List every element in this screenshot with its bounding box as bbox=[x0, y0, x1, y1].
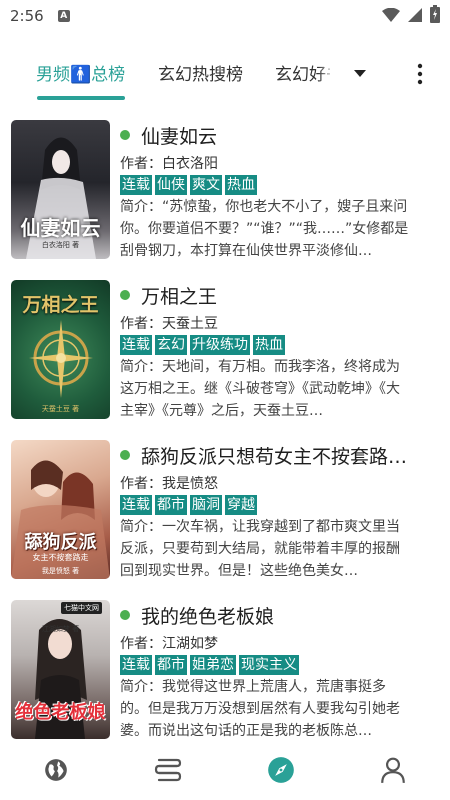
book-intro: 简介：一次车祸，让我穿越到了都市爽文里当反派，只要苟到大结局，就能带着丰厚的报酬… bbox=[120, 516, 410, 582]
cover-title: 万相之王 bbox=[22, 294, 99, 316]
book-intro: 简介：天地间，有万相。而我李洛，终将成为这万相之王。继《斗破苍穹》《武动乾坤》《… bbox=[120, 356, 410, 422]
tag: 姐弟恋 bbox=[190, 655, 236, 675]
compass-icon bbox=[268, 757, 294, 783]
tag: 穿越 bbox=[225, 495, 257, 515]
tag: 热血 bbox=[253, 335, 285, 355]
cover-title: 绝色老板娘 bbox=[15, 702, 106, 723]
tab-indicator bbox=[37, 96, 125, 100]
globe-icon bbox=[45, 759, 67, 781]
nav-bookshelf-button[interactable] bbox=[150, 752, 186, 788]
author-name: 天蚕土豆 bbox=[162, 316, 218, 332]
tab-xuanhuan-hot[interactable]: 玄幻热搜榜 bbox=[158, 60, 243, 85]
cover-title: 仙妻如云 bbox=[20, 216, 101, 240]
book-title[interactable]: 万相之王 bbox=[141, 282, 217, 309]
more-options-button[interactable] bbox=[408, 56, 432, 92]
tag: 热血 bbox=[225, 175, 257, 195]
author-label: 作者： bbox=[120, 316, 162, 332]
more-vert-icon bbox=[417, 63, 423, 85]
author-name: 江湖如梦 bbox=[162, 636, 218, 652]
tag: 玄幻 bbox=[155, 335, 187, 355]
category-tabs: 男频🚹总榜 玄幻热搜榜 玄幻好书 bbox=[0, 48, 450, 100]
author-name: 白衣洛阳 bbox=[162, 156, 218, 172]
bottom-nav bbox=[0, 740, 450, 800]
book-title[interactable]: 舔狗反派只想苟女主不按套路出牌 bbox=[141, 442, 410, 469]
book-item[interactable]: 舔狗反派 女主不按套路走 我是愤怒 著 舔狗反派只想苟女主不按套路出牌 作者：我… bbox=[0, 430, 450, 580]
tab-male-overall[interactable]: 男频🚹总榜 bbox=[36, 60, 125, 85]
book-intro: 简介：“苏惊蛰，你也老大不小了，嫂子且来问你。你要道侣不要？”“谁？”“我……”… bbox=[120, 196, 410, 262]
book-author: 作者：江湖如梦 bbox=[120, 634, 410, 654]
intro-text: 一次车祸，让我穿越到了都市爽文里当反派，只要苟到大结局，就能带着丰厚的报酬回到现… bbox=[120, 519, 400, 579]
intro-label: 简介： bbox=[120, 199, 162, 215]
cover-badge: 七猫中文网 bbox=[61, 602, 102, 614]
author-label: 作者： bbox=[120, 476, 162, 492]
signal-icon bbox=[408, 7, 422, 26]
tag-list: 连载 都市 姐弟恋 现实主义 bbox=[120, 655, 410, 675]
bookshelf-icon bbox=[154, 758, 182, 782]
tag-list: 连载 都市 脑洞 穿越 bbox=[120, 495, 410, 515]
status-dot bbox=[120, 610, 130, 620]
nav-explore-button[interactable] bbox=[263, 752, 299, 788]
cover-author: 我是愤怒 著 bbox=[41, 567, 80, 575]
author-name: 我是愤怒 bbox=[162, 476, 218, 492]
cover-subtitle: 女主不按套路走 bbox=[32, 553, 89, 562]
book-cover[interactable]: 万相之王 天蚕土豆 著 bbox=[11, 280, 110, 419]
tag: 脑洞 bbox=[190, 495, 222, 515]
tag: 都市 bbox=[155, 655, 187, 675]
tag: 仙侠 bbox=[155, 175, 187, 195]
book-author: 作者：天蚕土豆 bbox=[120, 314, 410, 334]
tag-list: 连载 仙侠 爽文 热血 bbox=[120, 175, 410, 195]
tag: 升级练功 bbox=[190, 335, 250, 355]
intro-text: 我觉得这世界上荒唐人，荒唐事挺多的。但是我万万没想到居然有人要我勾引她老婆。而说… bbox=[120, 679, 400, 739]
cover-title: 舔狗反派 bbox=[24, 532, 97, 553]
tag: 连载 bbox=[120, 655, 152, 675]
person-icon bbox=[381, 757, 405, 783]
tag: 都市 bbox=[155, 495, 187, 515]
author-label: 作者： bbox=[120, 156, 162, 172]
status-dot bbox=[120, 290, 130, 300]
nav-profile-button[interactable] bbox=[375, 752, 411, 788]
status-time: 2:56 bbox=[10, 7, 44, 25]
tag: 连载 bbox=[120, 495, 152, 515]
cover-author: 白衣洛阳 著 bbox=[41, 241, 80, 249]
status-bar: 2:56 A bbox=[0, 0, 450, 32]
cover-author: 江湖如梦 著 bbox=[41, 625, 80, 633]
tabs-dropdown-button[interactable] bbox=[348, 62, 372, 86]
book-author: 作者：我是愤怒 bbox=[120, 474, 410, 494]
intro-label: 简介： bbox=[120, 679, 162, 695]
intro-label: 简介： bbox=[120, 519, 162, 535]
book-cover[interactable]: 七猫中文网 绝色老板娘 江湖如梦 著 bbox=[11, 600, 110, 739]
status-dot bbox=[120, 130, 130, 140]
book-cover[interactable]: 仙妻如云 白衣洛阳 著 bbox=[11, 120, 110, 259]
cover-author: 天蚕土豆 著 bbox=[41, 405, 80, 413]
tag: 连载 bbox=[120, 335, 152, 355]
book-intro: 简介：我觉得这世界上荒唐人，荒唐事挺多的。但是我万万没想到居然有人要我勾引她老婆… bbox=[120, 676, 410, 742]
book-item[interactable]: 万相之王 天蚕土豆 著 万相之王 作者：天蚕土豆 连载 玄幻 升级练功 热血 简… bbox=[0, 270, 450, 420]
tag: 现实主义 bbox=[239, 655, 299, 675]
book-title[interactable]: 仙妻如云 bbox=[141, 122, 217, 149]
book-item[interactable]: 七猫中文网 绝色老板娘 江湖如梦 著 我的绝色老板娘 作者：江湖如梦 连载 都市… bbox=[0, 590, 450, 740]
book-cover[interactable]: 舔狗反派 女主不按套路走 我是愤怒 著 bbox=[11, 440, 110, 579]
tab-fade bbox=[318, 48, 336, 100]
tag: 连载 bbox=[120, 175, 152, 195]
book-item[interactable]: 仙妻如云 白衣洛阳 著 仙妻如云 作者：白衣洛阳 连载 仙侠 爽文 热血 简介：… bbox=[0, 110, 450, 260]
intro-text: “苏惊蛰，你也老大不小了，嫂子且来问你。你要道侣不要？”“谁？”“我……”女修都… bbox=[120, 199, 409, 259]
triangle-down-icon bbox=[354, 70, 366, 77]
battery-icon bbox=[430, 5, 440, 27]
status-dot bbox=[120, 450, 130, 460]
notification-badge-icon: A bbox=[57, 10, 70, 22]
wifi-icon bbox=[382, 7, 400, 26]
intro-label: 简介： bbox=[120, 359, 162, 375]
author-label: 作者： bbox=[120, 636, 162, 652]
nav-discover-button[interactable] bbox=[38, 752, 74, 788]
tag-list: 连载 玄幻 升级练功 热血 bbox=[120, 335, 410, 355]
tag: 爽文 bbox=[190, 175, 222, 195]
book-author: 作者：白衣洛阳 bbox=[120, 154, 410, 174]
intro-text: 天地间，有万相。而我李洛，终将成为这万相之王。继《斗破苍穹》《武动乾坤》《大主宰… bbox=[120, 359, 400, 419]
book-title[interactable]: 我的绝色老板娘 bbox=[141, 602, 274, 629]
